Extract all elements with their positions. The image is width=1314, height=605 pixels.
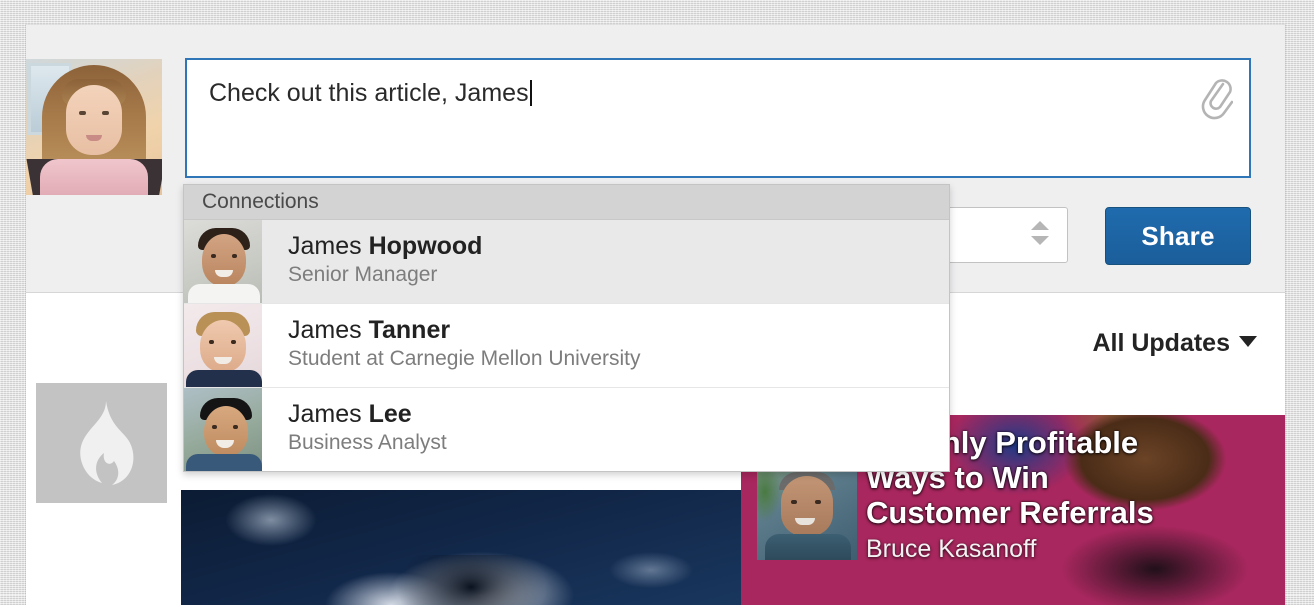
mention-last-name: Tanner bbox=[368, 316, 451, 344]
page-panel: Check out this article, James Share All … bbox=[26, 25, 1285, 605]
caret-down-icon bbox=[1239, 336, 1257, 347]
mention-last-name: Hopwood bbox=[368, 232, 483, 260]
share-button[interactable]: Share bbox=[1105, 207, 1251, 265]
mention-first-name: James bbox=[288, 400, 369, 428]
mention-subtitle: Business Analyst bbox=[288, 431, 447, 455]
mention-body: James Tanner Student at Carnegie Mellon … bbox=[262, 304, 641, 370]
james-tanner-photo bbox=[184, 304, 262, 387]
mention-first-name: James bbox=[288, 232, 369, 260]
article-title-line-3: Customer Referrals bbox=[866, 495, 1154, 531]
bruce-kasanoff-photo bbox=[757, 462, 857, 560]
james-hopwood-photo bbox=[184, 220, 262, 303]
mention-item-james-tanner[interactable]: James Tanner Student at Carnegie Mellon … bbox=[184, 304, 949, 388]
article-author: Bruce Kasanoff bbox=[866, 535, 1037, 564]
mention-group-header: Connections bbox=[184, 185, 949, 220]
mention-last-name: Lee bbox=[368, 400, 412, 428]
mention-item-james-lee[interactable]: James Lee Business Analyst bbox=[184, 388, 949, 471]
james-lee-photo bbox=[184, 388, 262, 471]
mention-first-name: James bbox=[288, 316, 369, 344]
trending-placeholder bbox=[36, 383, 167, 503]
mention-name: James Lee bbox=[288, 401, 447, 427]
mention-item-james-hopwood[interactable]: James Hopwood Senior Manager bbox=[184, 220, 949, 304]
text-cursor bbox=[529, 80, 532, 106]
share-text-input[interactable]: Check out this article, James bbox=[185, 58, 1251, 178]
share-text-value: Check out this article, James bbox=[209, 79, 529, 107]
triangle-down-icon[interactable] bbox=[1031, 236, 1049, 245]
mention-body: James Hopwood Senior Manager bbox=[262, 220, 482, 286]
triangle-up-icon[interactable] bbox=[1031, 221, 1049, 230]
mention-body: James Lee Business Analyst bbox=[262, 388, 447, 454]
current-user-photo bbox=[26, 59, 162, 195]
mention-name: James Hopwood bbox=[288, 233, 482, 259]
stepper-arrows[interactable] bbox=[1031, 221, 1049, 249]
feed-filter-label: All Updates bbox=[1092, 329, 1230, 357]
current-user-avatar bbox=[26, 59, 162, 195]
mention-subtitle: Senior Manager bbox=[288, 263, 438, 287]
paperclip-icon[interactable] bbox=[1199, 74, 1234, 120]
feed-filter-dropdown[interactable]: All Updates bbox=[1092, 329, 1257, 358]
mention-autocomplete-dropdown: Connections James Hopwood Senior Manager bbox=[183, 184, 950, 472]
mention-name: James Tanner bbox=[288, 317, 641, 343]
mention-subtitle: Student at Carnegie Mellon University bbox=[288, 347, 641, 371]
flame-icon bbox=[79, 401, 133, 485]
share-composer-wrap: Check out this article, James bbox=[185, 58, 1251, 178]
